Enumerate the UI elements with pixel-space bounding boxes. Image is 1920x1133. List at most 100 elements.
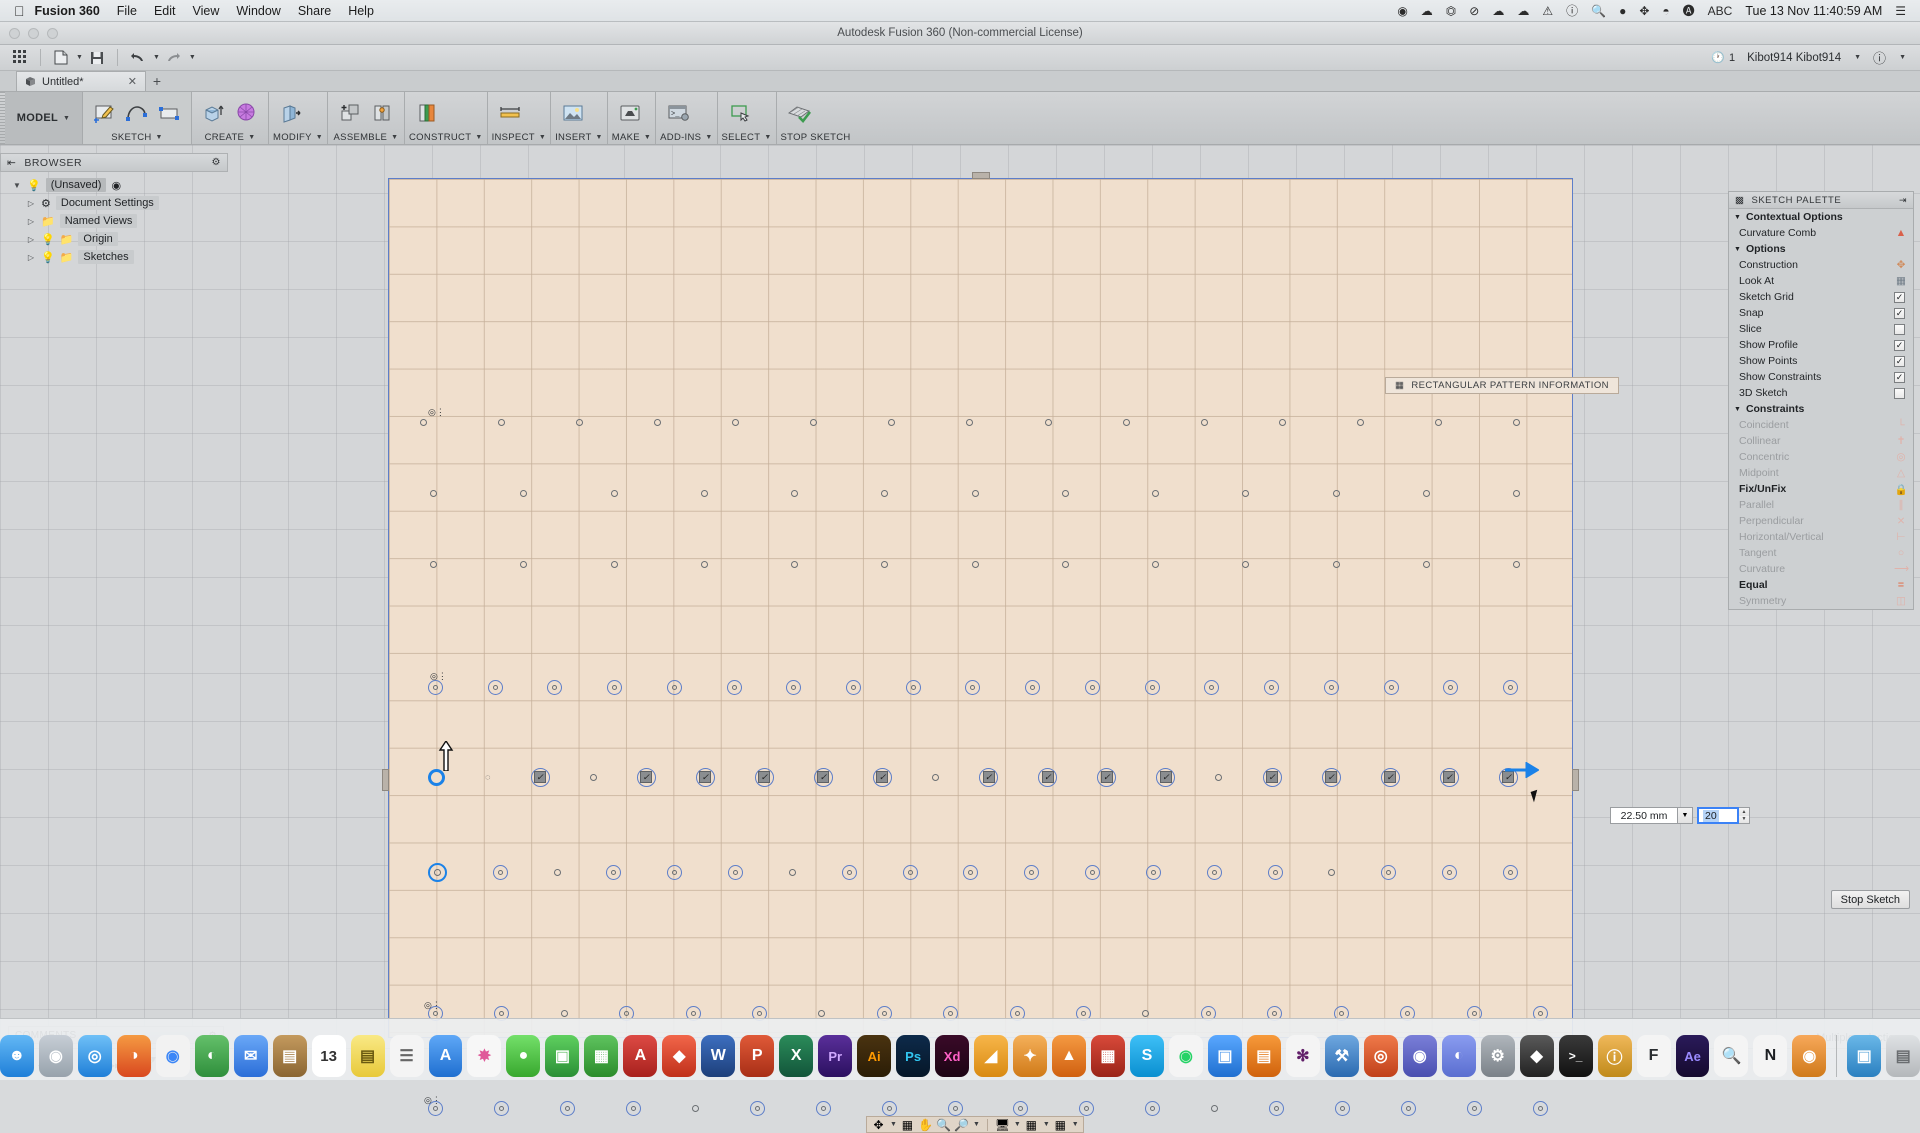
illustrator-icon[interactable]: Ai [857,1035,892,1077]
checkbox-icon[interactable]: ✓ [1894,355,1905,367]
sketch-circle[interactable] [492,864,508,880]
sketch-circle[interactable] [625,1100,641,1116]
collapse-left-icon[interactable]: ⇤ [7,157,16,169]
discord-icon[interactable]: ◐ [1441,1035,1476,1077]
sketch-circle[interactable] [1401,1100,1417,1116]
sketch-circle[interactable] [1443,679,1459,695]
sketch-circle[interactable] [547,679,563,695]
sketch-point[interactable] [430,560,437,568]
browser-node-unsaved[interactable]: ▼ 💡 (Unsaved) ◉ [12,176,228,194]
sketch-point[interactable] [420,418,427,426]
screenshare-icon[interactable]: ☁ [1421,5,1433,17]
palette-item-look-at[interactable]: Look At ▦ [1729,273,1913,289]
sketch-point[interactable] [788,868,796,876]
checkbox-icon[interactable] [1894,323,1905,335]
finder-icon[interactable]: ☻ [0,1035,34,1077]
constraint-collinear[interactable]: Collinear ✝ [1729,433,1913,449]
menu-share[interactable]: Share [298,4,331,18]
plane-handle-top[interactable] [971,172,990,179]
calendar-icon[interactable]: 13 [311,1035,346,1077]
equal-icon[interactable]: = [1894,579,1908,591]
quantity-input[interactable]: 20 [1697,807,1739,824]
sketch-point[interactable] [560,1009,568,1017]
sketch-circle[interactable] [841,864,857,880]
word-icon[interactable]: W [701,1035,736,1077]
symmetry-constraint-glyph[interactable]: ◌ [485,772,490,782]
sketch-circle[interactable] [963,864,979,880]
ribbon-panel-modify-label[interactable]: MODIFY ▼ [273,131,323,144]
look-at-icon[interactable]: ▦ [900,1117,915,1132]
inventor-icon[interactable]: ⓘ [1597,1035,1632,1077]
sketch-circle[interactable] [1024,864,1040,880]
apps-grid-icon[interactable] [8,47,32,69]
office-icon[interactable]: ◎ [1363,1035,1398,1077]
appstore-icon[interactable]: A [428,1035,463,1077]
sketch-circle[interactable] [1079,1100,1095,1116]
palette-item-show-constraints[interactable]: Show Constraints ✓ [1729,369,1913,385]
expand-triangle-icon[interactable]: ▷ [26,199,36,208]
record-icon[interactable]: ◉ [1397,5,1407,17]
sketch-circle[interactable] [666,679,682,695]
chevron-down-icon-redo[interactable]: ▼ [189,54,196,61]
sketch-circle[interactable] [1502,864,1518,880]
new-document-icon[interactable] [49,47,73,69]
pattern-row-1[interactable] [420,407,1520,437]
palette-item-curvature-comb[interactable]: Curvature Comb ▲ [1729,225,1913,241]
palette-item-snap[interactable]: Snap ✓ [1729,305,1913,321]
sketch-point[interactable] [1061,560,1069,568]
sketch-circle[interactable] [749,1100,765,1116]
browser-node-named-views[interactable]: ▷ 📁 Named Views [12,212,228,230]
sketch-circle[interactable] [493,1100,509,1116]
ribbon-panel-addins-label[interactable]: ADD-INS ▼ [660,131,712,144]
sketch-circle-selected[interactable]: ✓ [1380,767,1400,787]
sketch-point[interactable] [1122,418,1130,426]
sketchup-icon[interactable]: ◆ [662,1035,697,1077]
sketch-circle[interactable] [1264,679,1280,695]
sketch-circle-selected[interactable]: ✓ [636,767,656,787]
dropbox-icon[interactable]: ⊘ [1469,5,1479,17]
look-at-icon[interactable]: ▦ [1894,275,1908,287]
autocad-icon[interactable]: A [623,1035,658,1077]
sketch-circle-origin[interactable] [428,862,447,882]
earth-icon[interactable]: ◐ [194,1035,229,1077]
fusion-icon[interactable]: ◢ [974,1035,1009,1077]
ribbon-panel-stop-sketch-label[interactable]: STOP SKETCH [781,131,851,144]
sketch-point[interactable] [691,1104,699,1112]
vlc-icon[interactable]: ▲ [1052,1035,1086,1077]
sketch-circle-selected[interactable]: ✓ [1038,767,1058,787]
press-pull-icon[interactable] [276,98,306,128]
checkbox-icon[interactable]: ✓ [1894,291,1905,303]
sketch-point[interactable] [520,489,528,497]
checkbox-icon[interactable]: ✓ [1894,339,1905,351]
spline-icon[interactable] [122,98,152,128]
sketch-point[interactable] [888,418,896,426]
sketch-point[interactable] [1328,868,1336,876]
pattern-row-6[interactable] [428,857,1518,887]
sketch-circle[interactable] [947,1100,963,1116]
slack-icon[interactable]: ✻ [1285,1035,1320,1077]
downloads-icon[interactable]: ▤ [272,1035,307,1077]
sketch-circle-selected[interactable]: ✓ [1262,767,1282,787]
chevron-down-icon-user[interactable]: ▼ [1854,54,1861,61]
constraint-parallel[interactable]: Parallel ∥ [1729,497,1913,513]
constraint-coincident[interactable]: Coincident └ [1729,417,1913,433]
stop-sketch-icon[interactable] [784,98,814,128]
constraint-horizontal-vertical[interactable]: Horizontal/Vertical ⊢ [1729,529,1913,545]
unity-icon[interactable]: ◆ [1519,1035,1554,1077]
sketch-point[interactable] [1200,418,1208,426]
trash-icon[interactable]: ▤ [1886,1035,1920,1077]
messages-icon[interactable]: ● [506,1035,541,1077]
chevron-down-icon[interactable]: ▼ [76,54,83,61]
select-window-icon[interactable] [725,98,755,128]
drag-grip-icon[interactable]: ▩ [1735,195,1744,206]
pattern-direction-arrow-horizontal[interactable] [1505,761,1540,781]
constraint-symmetry[interactable]: Symmetry ◫ [1729,593,1913,609]
checkbox-icon[interactable] [1894,387,1905,399]
info-icon[interactable]: ⓘ [1566,5,1578,17]
sketch-circle-selected[interactable]: ✓ [1156,767,1176,787]
facetime-icon[interactable]: ▣ [545,1035,580,1077]
palette-item-construction[interactable]: Construction ✥ [1729,257,1913,273]
3d-canvas[interactable]: ▦ RECTANGULAR PATTERN INFORMATION ◎⋮ ◌ ✓… [0,145,1920,1116]
expand-triangle-icon[interactable]: ▼ [12,181,22,190]
chrome-icon[interactable]: ◉ [155,1035,190,1077]
